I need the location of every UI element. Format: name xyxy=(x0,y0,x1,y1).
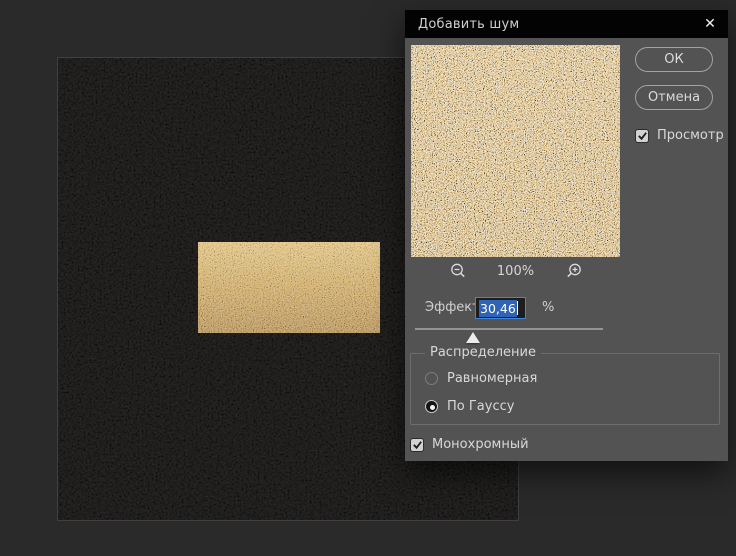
text-caret xyxy=(517,301,518,315)
checkbox-icon[interactable] xyxy=(635,129,649,143)
monochrome-checkbox-label: Монохромный xyxy=(432,437,529,452)
checkbox-icon[interactable] xyxy=(410,438,424,452)
distribution-legend: Распределение xyxy=(425,345,541,360)
preview-noise-texture xyxy=(411,45,620,257)
radio-gaussian[interactable]: По Гауссу xyxy=(425,399,514,414)
photoshop-workspace: Добавить шум ✕ 100% ОК Отмена xyxy=(0,0,736,556)
radio-uniform[interactable]: Равномерная xyxy=(425,371,537,386)
dialog-titlebar[interactable]: Добавить шум ✕ xyxy=(405,10,728,38)
dialog-title: Добавить шум xyxy=(418,17,519,32)
distribution-group: Распределение Равномерная По Гауссу xyxy=(410,353,720,425)
gold-rectangle-layer xyxy=(198,242,380,333)
slider-thumb[interactable] xyxy=(466,332,480,343)
preview-checkbox-label: Просмотр xyxy=(657,128,724,143)
zoom-in-icon[interactable] xyxy=(565,262,583,280)
monochrome-checkbox[interactable]: Монохромный xyxy=(410,437,529,452)
zoom-level-label: 100% xyxy=(495,264,537,279)
effect-unit-label: % xyxy=(542,300,554,315)
gold-noise-texture xyxy=(198,242,380,333)
zoom-out-icon[interactable] xyxy=(449,262,467,280)
add-noise-dialog: Добавить шум ✕ 100% ОК Отмена xyxy=(405,10,728,461)
close-icon[interactable]: ✕ xyxy=(699,10,721,38)
radio-icon[interactable] xyxy=(425,372,438,385)
ok-button[interactable]: ОК xyxy=(635,47,713,72)
preview-checkbox[interactable]: Просмотр xyxy=(635,128,724,143)
slider-track[interactable] xyxy=(415,328,603,330)
preview-zoom-controls: 100% xyxy=(411,261,620,281)
effect-amount-row: Эффект: 30,46 % xyxy=(405,297,728,319)
noise-preview-thumbnail[interactable] xyxy=(411,45,620,257)
effect-amount-input[interactable]: 30,46 xyxy=(475,297,526,319)
selected-input-text: 30,46 xyxy=(479,300,517,317)
cancel-button[interactable]: Отмена xyxy=(635,85,713,110)
radio-gaussian-label: По Гауссу xyxy=(447,399,514,414)
radio-uniform-label: Равномерная xyxy=(447,371,537,386)
radio-icon[interactable] xyxy=(425,400,438,413)
